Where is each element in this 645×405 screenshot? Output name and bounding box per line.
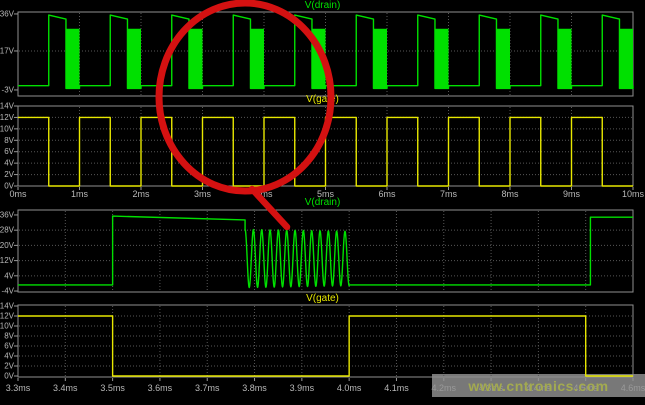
svg-text:4V: 4V (4, 271, 14, 280)
pane-vgate-overview[interactable]: 14V12V10V8V6V4V2V0V (0, 102, 633, 191)
trace-label-vdrain-zoom[interactable]: V(drain) (0, 198, 645, 208)
trace-label-vgate-zoom[interactable]: V(gate) (0, 294, 645, 304)
pane-vgate-zoom[interactable]: 14V12V10V8V6V4V2V0V (0, 302, 633, 381)
svg-text:8V: 8V (4, 136, 14, 145)
svg-text:28V: 28V (0, 226, 15, 235)
svg-text:4V: 4V (4, 352, 14, 361)
trace-label-vgate-overview[interactable]: V(gate) (0, 95, 645, 105)
svg-text:36V: 36V (0, 210, 15, 219)
pane-vdrain-overview[interactable]: 36V17V-3V (0, 9, 633, 96)
svg-text:12V: 12V (0, 256, 15, 265)
svg-text:0V: 0V (4, 182, 14, 191)
svg-text:12V: 12V (0, 312, 15, 321)
svg-text:17V: 17V (0, 46, 15, 55)
svg-text:20V: 20V (0, 241, 15, 250)
svg-text:2V: 2V (4, 362, 14, 371)
svg-text:2V: 2V (4, 170, 14, 179)
waveform-viewer: 0ms1ms2ms3ms4ms5ms6ms7ms8ms9ms10ms3.3ms3… (0, 0, 645, 405)
svg-text:10V: 10V (0, 124, 15, 133)
svg-text:4V: 4V (4, 159, 14, 168)
svg-text:12V: 12V (0, 113, 15, 122)
svg-text:0V: 0V (4, 372, 14, 381)
pane-vdrain-zoom[interactable]: 36V28V20V12V4V-4V (0, 210, 633, 296)
svg-text:6V: 6V (4, 342, 14, 351)
svg-text:-3V: -3V (2, 85, 15, 94)
svg-text:10V: 10V (0, 322, 15, 331)
svg-text:8V: 8V (4, 332, 14, 341)
svg-text:6V: 6V (4, 147, 14, 156)
trace-label-vdrain-overview[interactable]: V(drain) (0, 1, 645, 11)
